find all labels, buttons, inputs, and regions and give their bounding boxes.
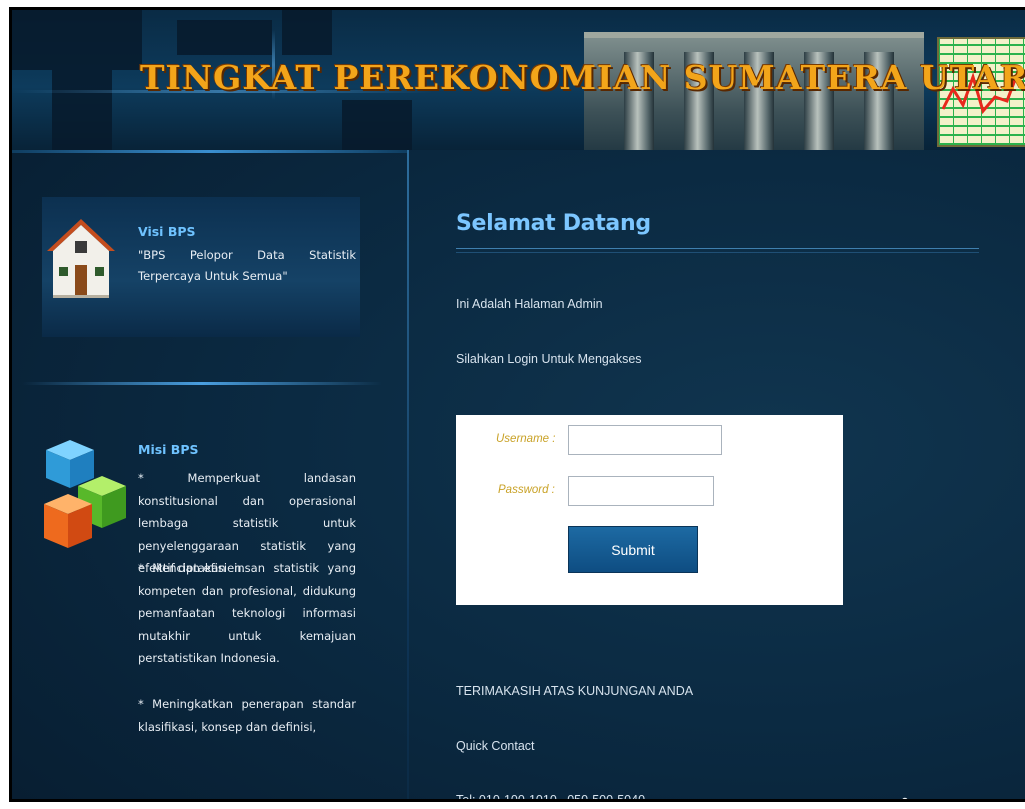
- sidebar: Visi BPS "BPS Pelopor Data Statistik Ter…: [12, 153, 407, 799]
- sidebar-separator: [22, 382, 382, 385]
- header-decor-block: [177, 20, 272, 55]
- site-title: TINGKAT PEREKONOMIAN SUMATERA UTARA: [140, 58, 1025, 97]
- thank-you-text: TERIMAKASIH ATAS KUNJUNGAN ANDA: [456, 684, 694, 698]
- visi-title: Visi BPS: [138, 224, 196, 239]
- login-form: Username : Password : Submit: [456, 415, 843, 605]
- header-decor-block: [12, 10, 142, 70]
- welcome-heading: Selamat Datang: [456, 211, 651, 236]
- admin-intro-text: Ini Adalah Halaman Admin: [456, 297, 603, 311]
- contact-phone: Tel: 010-100-1010 , 050-500-5040: [456, 793, 646, 802]
- username-input[interactable]: [568, 425, 722, 455]
- visi-text: "BPS Pelopor Data Statistik Terpercaya U…: [138, 248, 356, 283]
- header-decor-block: [52, 70, 112, 150]
- submit-button[interactable]: Submit: [568, 526, 698, 573]
- misi-item: * Menciptakan insan statistik yang kompe…: [138, 561, 356, 665]
- page-frame: TINGKAT PEREKONOMIAN SUMATERA UTARA Visi…: [9, 7, 1025, 802]
- header-decor-block: [282, 10, 332, 55]
- misi-title: Misi BPS: [138, 442, 199, 457]
- site-header: TINGKAT PEREKONOMIAN SUMATERA UTARA: [12, 10, 1025, 150]
- main-content: Selamat Datang Ini Adalah Halaman Admin …: [409, 153, 1025, 802]
- username-label: Username :: [496, 433, 556, 445]
- header-decor-block: [342, 100, 412, 150]
- cubes-icon: [42, 436, 132, 551]
- heading-rule: [456, 248, 979, 253]
- password-input[interactable]: [568, 476, 714, 506]
- login-instruction-text: Silahkan Login Untuk Mengakses: [456, 352, 642, 366]
- signature-graphic: [895, 791, 955, 799]
- house-icon: [45, 217, 117, 299]
- quick-contact-heading: Quick Contact: [456, 739, 535, 753]
- password-label: Password :: [498, 484, 555, 496]
- misi-item: * Meningkatkan penerapan standar klasifi…: [138, 697, 356, 734]
